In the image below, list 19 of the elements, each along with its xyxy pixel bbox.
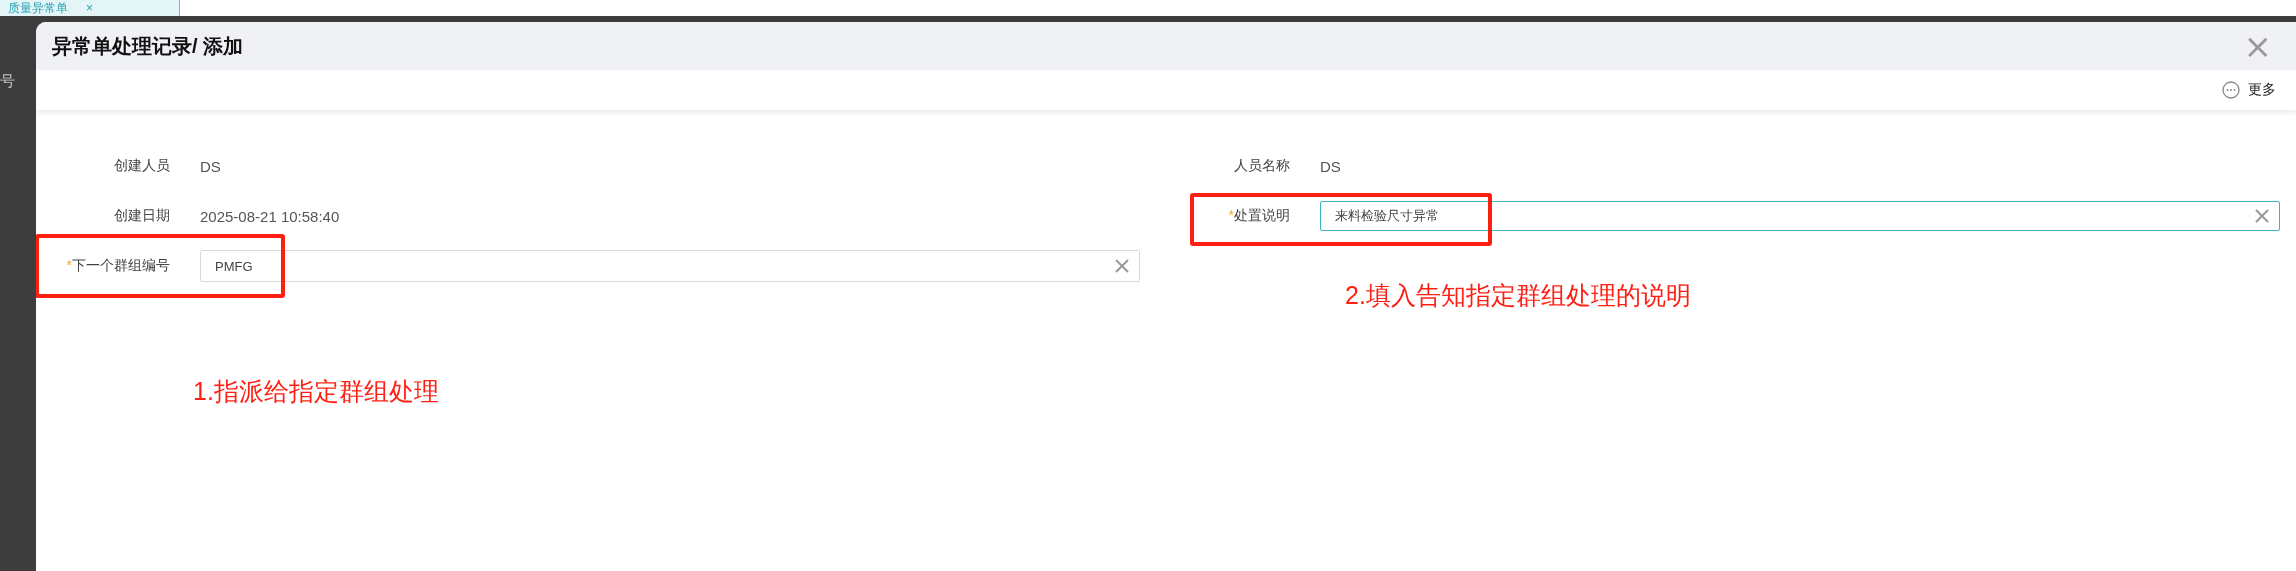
field-value: 2025-08-21 10:58:40 [200, 207, 340, 225]
input-field[interactable]: 来料检验尺寸异常 [1320, 201, 2280, 231]
more-button[interactable]: 更多 [2222, 81, 2276, 99]
field-label: *下一个群组编号 [65, 257, 170, 275]
clear-icon[interactable] [1115, 259, 1129, 273]
dialog-title: 异常单处理记录/ 添加 [52, 33, 244, 59]
more-icon [2222, 81, 2240, 99]
field-value: DS [200, 157, 221, 175]
field-label: 创建人员 [113, 157, 170, 175]
field-label: 人员名称 [1233, 157, 1290, 175]
input-field[interactable]: PMFG [200, 250, 1140, 282]
clear-icon[interactable] [2255, 209, 2269, 223]
annotation-text: 1.指派给指定群组处理 [193, 376, 439, 407]
annotation-text: 2.填入告知指定群组处理的说明 [1345, 280, 1691, 311]
background-text: 号 [0, 72, 15, 91]
tab-label: 质量异常单 [8, 2, 68, 14]
field-label: 创建日期 [113, 207, 170, 225]
field-value: DS [1320, 157, 1341, 175]
field-label: *处置说明 [1227, 207, 1290, 225]
